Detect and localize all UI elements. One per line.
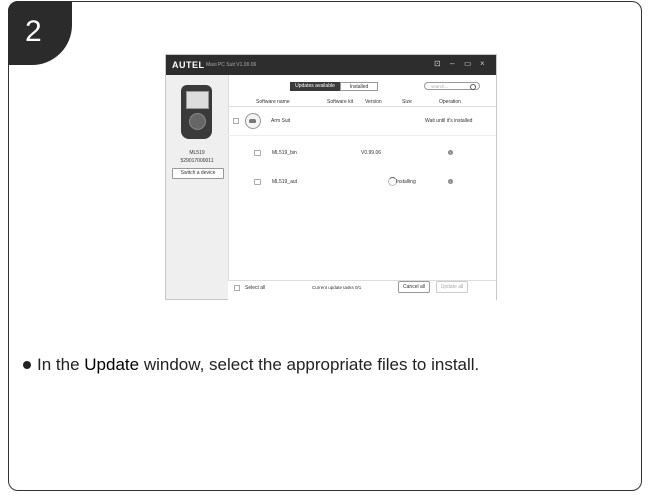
screen-icon[interactable]: ⊡ <box>434 59 441 68</box>
header-version: Version <box>365 99 382 105</box>
update-all-button[interactable]: Update all <box>436 281 468 293</box>
app-title: Maxi PC Suit V1.00.06 <box>206 62 257 68</box>
select-all-label[interactable]: Select all <box>245 285 265 291</box>
autel-logo: AUTEL <box>172 60 205 70</box>
scanner-device-image <box>181 85 212 139</box>
switch-device-button[interactable]: Switch a device <box>172 168 224 179</box>
file-version: V0.99.06 <box>361 150 382 156</box>
maximize-icon[interactable]: ▭ <box>464 59 472 68</box>
install-status: Installing <box>396 179 416 185</box>
header-software-kit: Software kit <box>327 99 354 105</box>
file-name: ML519_bin <box>272 150 297 156</box>
select-all-checkbox[interactable] <box>234 285 240 291</box>
device-model: ML519 <box>189 150 205 156</box>
device-panel: ML519 529017000011 Switch a device <box>166 75 229 299</box>
instruction-keyword: Update <box>84 355 140 374</box>
device-serial: 529017000011 <box>180 158 214 164</box>
car-icon <box>245 113 261 129</box>
search-placeholder: search... <box>431 84 449 89</box>
header-software-name: Software name <box>256 99 290 105</box>
group-checkbox[interactable] <box>233 118 239 124</box>
info-icon[interactable]: i <box>448 179 453 184</box>
group-name: Arm Suit <box>271 118 291 124</box>
bullet-icon <box>23 360 31 369</box>
title-bar: AUTEL Maxi PC Suit V1.00.06 ⊡ – ▭ × <box>166 55 496 75</box>
search-icon[interactable] <box>470 84 476 90</box>
file-icon <box>254 150 261 156</box>
group-status: Wait until it's installed <box>425 118 473 124</box>
instruction-suffix: window, select the appropriate files to … <box>139 355 480 374</box>
instruction-text: In the Update window, select the appropr… <box>23 355 479 375</box>
update-task-count: Current update tasks 0/1 <box>312 285 362 290</box>
search-input[interactable]: search... <box>424 82 480 90</box>
header-operation: Operation <box>439 99 461 105</box>
tab-updates-available[interactable]: Updates available <box>290 82 340 91</box>
file-name: ML519_aut <box>272 179 298 185</box>
app-screenshot: AUTEL Maxi PC Suit V1.00.06 ⊡ – ▭ × ML51… <box>166 55 496 300</box>
device-screen <box>186 91 209 109</box>
minimize-icon[interactable]: – <box>450 59 454 68</box>
instruction-prefix: In the <box>37 355 85 374</box>
file-icon <box>254 179 261 185</box>
row-divider <box>228 135 496 136</box>
cancel-all-button[interactable]: Cancel all <box>398 281 430 293</box>
tab-installed[interactable]: Installed <box>340 82 378 91</box>
close-icon[interactable]: × <box>480 59 485 68</box>
info-icon[interactable]: i <box>448 150 453 155</box>
header-size: Size <box>402 99 412 105</box>
step-number: 2 <box>25 15 42 48</box>
header-divider <box>228 106 496 107</box>
device-keypad <box>189 113 206 130</box>
